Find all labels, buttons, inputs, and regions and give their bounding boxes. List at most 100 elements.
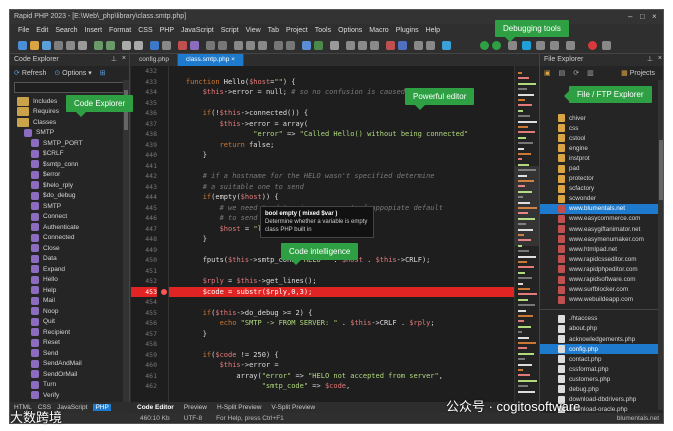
file-scrollbar-thumb[interactable] [659, 140, 663, 200]
folder-item[interactable]: scwonder [540, 194, 663, 204]
tree-item[interactable]: Close [10, 243, 129, 254]
code-line[interactable]: if($this->do_debug >= 2) { [169, 308, 514, 319]
code-explorer-search-input[interactable] [14, 82, 125, 93]
view-tab-h-split-preview[interactable]: H-Split Preview [217, 404, 261, 411]
table-icon[interactable] [206, 41, 215, 50]
code-line[interactable]: if(empty($host)) { [169, 192, 514, 203]
menu-item-javascript[interactable]: JavaScript [181, 27, 214, 34]
close-icon[interactable]: × [652, 12, 657, 21]
ftp-icon[interactable] [442, 41, 451, 50]
open-folder-icon[interactable] [30, 41, 39, 50]
menu-item-macro[interactable]: Macro [369, 27, 388, 34]
filter-icon[interactable]: ⊞ [100, 69, 106, 77]
menu-item-options[interactable]: Options [338, 27, 362, 34]
code-line[interactable] [169, 161, 514, 172]
code-line[interactable]: $this->error = array( [169, 119, 514, 130]
tree-item[interactable]: Hello [10, 275, 129, 286]
code-line[interactable]: if($code != 250) { [169, 350, 514, 361]
close-tab-icon[interactable]: × [229, 56, 235, 63]
menu-item-php[interactable]: PHP [160, 27, 174, 34]
site-item[interactable]: www.rapidphpeditor.com [540, 264, 663, 274]
debug-options-icon[interactable] [602, 41, 611, 50]
code-line[interactable]: function Hello($host="") { [169, 77, 514, 88]
image-icon[interactable] [218, 41, 227, 50]
site-item[interactable]: www.htmlpad.net [540, 244, 663, 254]
tree-item[interactable]: $CRLF [10, 149, 129, 160]
tree-item[interactable]: Connected [10, 233, 129, 244]
step-over-icon[interactable] [566, 41, 575, 50]
tree-item[interactable]: $helo_rply [10, 180, 129, 191]
code-line[interactable]: return false; [169, 140, 514, 151]
code-line[interactable]: array("error" => "HELO not accepted from… [169, 371, 514, 382]
code-line[interactable]: } [169, 329, 514, 340]
css-icon[interactable] [178, 41, 187, 50]
pin-icon[interactable]: ⊥ [647, 55, 653, 63]
code-line[interactable]: if(!$this->connected()) { [169, 108, 514, 119]
code-line[interactable]: # if a hostname for the HELO wasn't spec… [169, 171, 514, 182]
format-icon[interactable] [162, 41, 171, 50]
menu-item-script[interactable]: Script [221, 27, 239, 34]
menu-item-insert[interactable]: Insert [85, 27, 103, 34]
redo-icon[interactable] [106, 41, 115, 50]
site-item[interactable]: www.rapidcsseditor.com [540, 254, 663, 264]
tree-item[interactable]: Mail [10, 296, 129, 307]
new-folder-icon[interactable]: ▥ [587, 69, 594, 77]
tree-item[interactable]: SMTP_PORT [10, 138, 129, 149]
tree-item[interactable]: Verify [10, 390, 129, 401]
tree-item[interactable]: Send [10, 348, 129, 359]
view-icon[interactable]: ▤ [559, 69, 566, 77]
code-line[interactable]: $code = substr($rply,0,3); [169, 286, 514, 297]
code-line[interactable]: "smtp_code" => $code, [169, 381, 514, 392]
bold-icon[interactable] [386, 41, 395, 50]
site-item[interactable]: www.webuildeapp.com [540, 295, 663, 305]
refresh-icon[interactable]: ⟳ [573, 69, 579, 77]
insert-tag-icon[interactable] [150, 41, 159, 50]
tree-scrollbar[interactable] [123, 80, 129, 402]
view-tab-code-editor[interactable]: Code Editor [137, 404, 174, 411]
code-line[interactable]: $rply = $this->get_lines(); [169, 276, 514, 287]
code-line[interactable]: echo "SMTP -> FROM SERVER: " . $this->CR… [169, 318, 514, 329]
site-item[interactable]: www.blumentals.net [540, 203, 663, 214]
step-into-icon[interactable] [550, 41, 559, 50]
php-icon[interactable] [190, 41, 199, 50]
tree-item[interactable]: Authenticate [10, 222, 129, 233]
new-file-icon[interactable] [18, 41, 27, 50]
pane-close-icon[interactable]: × [122, 55, 126, 62]
folder-item[interactable]: chiver [540, 113, 663, 123]
back-arrow-icon[interactable] [480, 41, 489, 50]
tree-item[interactable]: Connect [10, 212, 129, 223]
tree-item[interactable]: Help [10, 285, 129, 296]
view-tab-v-split-preview[interactable]: V-Split Preview [271, 404, 315, 411]
copy-icon[interactable] [66, 41, 75, 50]
file-item[interactable]: cssformat.php [540, 364, 663, 374]
tree-item[interactable]: Recipient [10, 327, 129, 338]
paste-icon[interactable] [78, 41, 87, 50]
pause-icon[interactable] [536, 41, 545, 50]
align-left-icon[interactable] [346, 41, 355, 50]
file-item[interactable]: debug.php [540, 384, 663, 394]
folder-item[interactable]: css [540, 123, 663, 133]
link-icon[interactable] [426, 41, 435, 50]
pane-close-icon[interactable]: × [658, 55, 662, 62]
menu-item-project[interactable]: Project [286, 27, 308, 34]
replace-icon[interactable] [134, 41, 143, 50]
menu-item-tools[interactable]: Tools [315, 27, 331, 34]
pin-icon[interactable]: ⊥ [111, 55, 117, 63]
file-item[interactable]: about.php [540, 324, 663, 334]
minimap[interactable] [514, 66, 539, 402]
tree-item[interactable]: Data [10, 254, 129, 265]
code-line[interactable]: $this->error = [169, 360, 514, 371]
code-line[interactable]: # a suitable one to send [169, 182, 514, 193]
tree-item[interactable]: Reset [10, 338, 129, 349]
tree-item[interactable]: Turn [10, 380, 129, 391]
site-item[interactable]: www.easycommerce.com [540, 214, 663, 224]
menu-item-format[interactable]: Format [109, 27, 131, 34]
menu-item-tab[interactable]: Tab [268, 27, 279, 34]
refresh-button[interactable]: ⟳ Refresh [14, 69, 46, 77]
code-line[interactable] [169, 297, 514, 308]
menu-item-search[interactable]: Search [55, 27, 77, 34]
list-icon[interactable] [414, 41, 423, 50]
tree-item[interactable]: $error [10, 170, 129, 181]
view-tab-preview[interactable]: Preview [184, 404, 207, 411]
site-item[interactable]: www.rapidsoftware.com [540, 275, 663, 285]
